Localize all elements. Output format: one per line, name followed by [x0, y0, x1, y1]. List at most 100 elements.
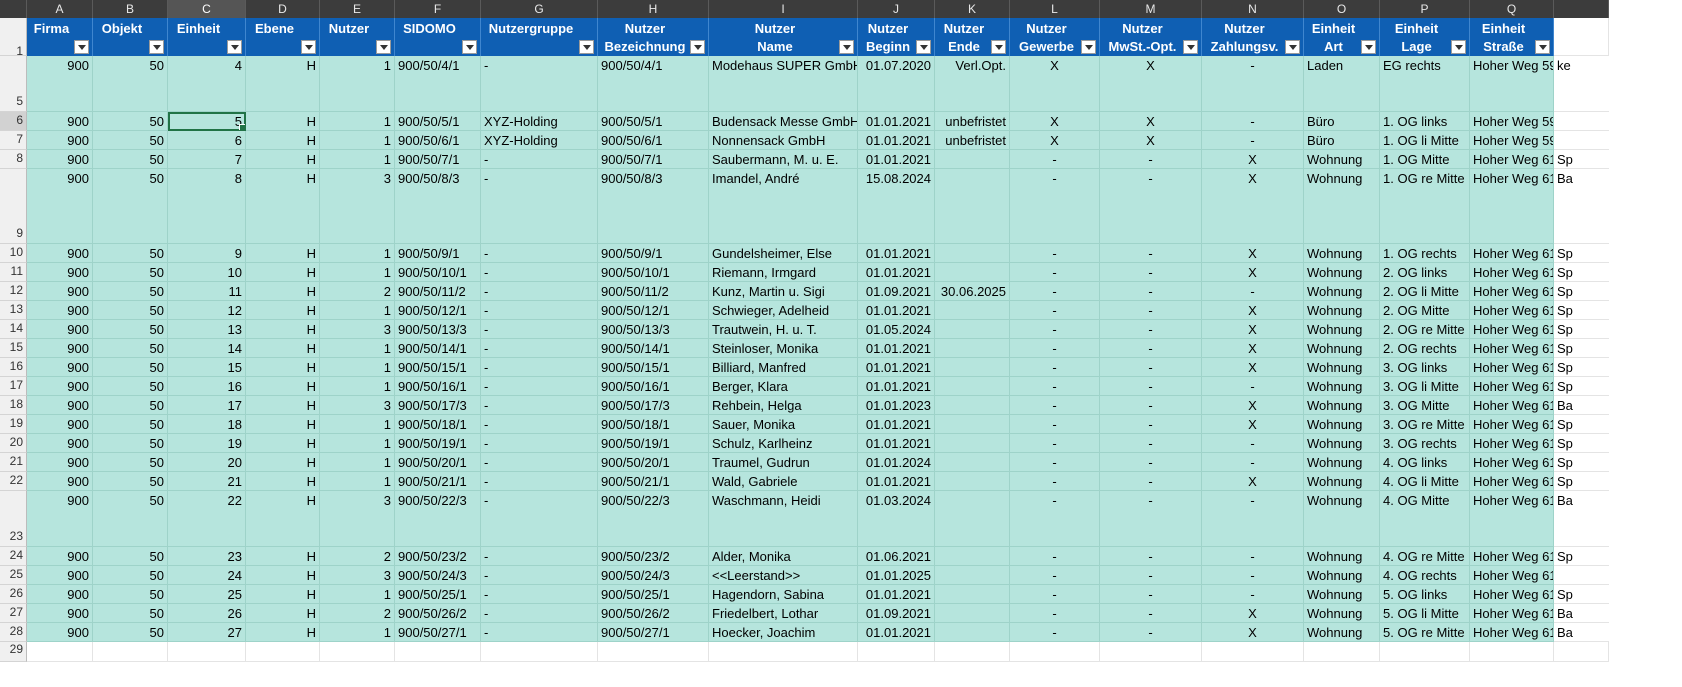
- cell-firma[interactable]: 900: [27, 472, 93, 491]
- cell-einheit[interactable]: 11: [168, 282, 246, 301]
- empty-cell[interactable]: [1202, 642, 1304, 662]
- cell-gewerbe[interactable]: -: [1010, 150, 1100, 169]
- cell-gruppe[interactable]: -: [481, 547, 598, 566]
- cell-ebene[interactable]: H: [246, 472, 320, 491]
- cell-gruppe[interactable]: -: [481, 358, 598, 377]
- column-header-j[interactable]: J: [858, 0, 935, 18]
- row-header-1[interactable]: 1: [0, 18, 27, 58]
- cell-sidomo[interactable]: 900/50/13/3: [395, 320, 481, 339]
- cell-einheit[interactable]: 12: [168, 301, 246, 320]
- header-cell-ende[interactable]: Nutzer Ende: [935, 18, 1010, 56]
- cell-bez[interactable]: 900/50/11/2: [598, 282, 709, 301]
- cell-lage[interactable]: 2. OG re Mitte: [1380, 320, 1470, 339]
- cell-ende[interactable]: [935, 547, 1010, 566]
- filter-dropdown-icon[interactable]: [149, 40, 164, 54]
- cell-strasse[interactable]: Hoher Weg 61: [1470, 491, 1554, 547]
- cell-firma[interactable]: 900: [27, 377, 93, 396]
- cell-gewerbe[interactable]: -: [1010, 396, 1100, 415]
- row-header-20[interactable]: 20: [0, 434, 27, 453]
- cell-ebene[interactable]: H: [246, 585, 320, 604]
- cell-strasse[interactable]: Hoher Weg 61: [1470, 453, 1554, 472]
- cell-einheit[interactable]: 25: [168, 585, 246, 604]
- cell-gruppe[interactable]: -: [481, 585, 598, 604]
- cell-ende[interactable]: [935, 415, 1010, 434]
- cell-extra[interactable]: Sp: [1554, 263, 1609, 282]
- cell-objekt[interactable]: 50: [93, 244, 168, 263]
- cell-extra[interactable]: Sp: [1554, 377, 1609, 396]
- cell-beginn[interactable]: 01.01.2023: [858, 396, 935, 415]
- cell-extra[interactable]: [1554, 566, 1609, 585]
- cell-lage[interactable]: 4. OG links: [1380, 453, 1470, 472]
- cell-name[interactable]: Traumel, Gudrun: [709, 453, 858, 472]
- cell-art[interactable]: Wohnung: [1304, 434, 1380, 453]
- cell-nutzer[interactable]: 1: [320, 301, 395, 320]
- cell-objekt[interactable]: 50: [93, 604, 168, 623]
- cell-lage[interactable]: 3. OG Mitte: [1380, 396, 1470, 415]
- empty-cell[interactable]: [481, 642, 598, 662]
- cell-zahlung[interactable]: -: [1202, 112, 1304, 131]
- cell-beginn[interactable]: 01.01.2021: [858, 150, 935, 169]
- cell-gruppe[interactable]: -: [481, 301, 598, 320]
- cell-art[interactable]: Büro: [1304, 131, 1380, 150]
- cell-mwst[interactable]: -: [1100, 434, 1202, 453]
- cell-lage[interactable]: 4. OG re Mitte: [1380, 547, 1470, 566]
- cell-beginn[interactable]: 01.01.2021: [858, 263, 935, 282]
- column-header-k[interactable]: K: [935, 0, 1010, 18]
- cell-sidomo[interactable]: 900/50/10/1: [395, 263, 481, 282]
- header-cell-zahlung[interactable]: Nutzer Zahlungsv.: [1202, 18, 1304, 56]
- cell-einheit[interactable]: 10: [168, 263, 246, 282]
- cell-lage[interactable]: 3. OG li Mitte: [1380, 377, 1470, 396]
- cell-objekt[interactable]: 50: [93, 623, 168, 642]
- cell-extra[interactable]: ke: [1554, 56, 1609, 112]
- row-header-5[interactable]: 5: [0, 56, 27, 112]
- cell-extra[interactable]: Sp: [1554, 358, 1609, 377]
- cell-zahlung[interactable]: -: [1202, 377, 1304, 396]
- cell-ende[interactable]: Verl.Opt.: [935, 56, 1010, 112]
- column-header-q[interactable]: Q: [1470, 0, 1554, 18]
- cell-ebene[interactable]: H: [246, 339, 320, 358]
- cell-objekt[interactable]: 50: [93, 150, 168, 169]
- cell-mwst[interactable]: X: [1100, 56, 1202, 112]
- cell-sidomo[interactable]: 900/50/11/2: [395, 282, 481, 301]
- cell-ende[interactable]: [935, 472, 1010, 491]
- column-header-m[interactable]: M: [1100, 0, 1202, 18]
- cell-ebene[interactable]: H: [246, 604, 320, 623]
- cell-mwst[interactable]: -: [1100, 320, 1202, 339]
- cell-firma[interactable]: 900: [27, 339, 93, 358]
- cell-mwst[interactable]: -: [1100, 453, 1202, 472]
- cell-gruppe[interactable]: -: [481, 453, 598, 472]
- cell-gewerbe[interactable]: -: [1010, 434, 1100, 453]
- row-header-8[interactable]: 8: [0, 150, 27, 169]
- cell-nutzer[interactable]: 3: [320, 169, 395, 244]
- cell-firma[interactable]: 900: [27, 623, 93, 642]
- cell-einheit[interactable]: 18: [168, 415, 246, 434]
- cell-sidomo[interactable]: 900/50/27/1: [395, 623, 481, 642]
- cell-ebene[interactable]: H: [246, 434, 320, 453]
- cell-mwst[interactable]: -: [1100, 282, 1202, 301]
- cell-gewerbe[interactable]: -: [1010, 585, 1100, 604]
- cell-einheit[interactable]: 27: [168, 623, 246, 642]
- cell-objekt[interactable]: 50: [93, 396, 168, 415]
- filter-dropdown-icon[interactable]: [227, 40, 242, 54]
- cell-ebene[interactable]: H: [246, 169, 320, 244]
- filter-dropdown-icon[interactable]: [991, 40, 1006, 54]
- cell-lage[interactable]: 4. OG rechts: [1380, 566, 1470, 585]
- cell-mwst[interactable]: -: [1100, 150, 1202, 169]
- cell-lage[interactable]: 2. OG li Mitte: [1380, 282, 1470, 301]
- cell-lage[interactable]: 1. OG links: [1380, 112, 1470, 131]
- cell-bez[interactable]: 900/50/4/1: [598, 56, 709, 112]
- cell-firma[interactable]: 900: [27, 320, 93, 339]
- cell-name[interactable]: Gundelsheimer, Else: [709, 244, 858, 263]
- cell-nutzer[interactable]: 1: [320, 131, 395, 150]
- cell-beginn[interactable]: 01.01.2021: [858, 585, 935, 604]
- cell-objekt[interactable]: 50: [93, 585, 168, 604]
- cell-ende[interactable]: unbefristet: [935, 112, 1010, 131]
- cell-nutzer[interactable]: 1: [320, 623, 395, 642]
- cell-ende[interactable]: [935, 244, 1010, 263]
- cell-strasse[interactable]: Hoher Weg 61: [1470, 415, 1554, 434]
- cell-extra[interactable]: Ba: [1554, 623, 1609, 642]
- cell-zahlung[interactable]: -: [1202, 547, 1304, 566]
- header-cell-beginn[interactable]: Nutzer Beginn: [858, 18, 935, 56]
- cell-nutzer[interactable]: 2: [320, 604, 395, 623]
- cell-sidomo[interactable]: 900/50/15/1: [395, 358, 481, 377]
